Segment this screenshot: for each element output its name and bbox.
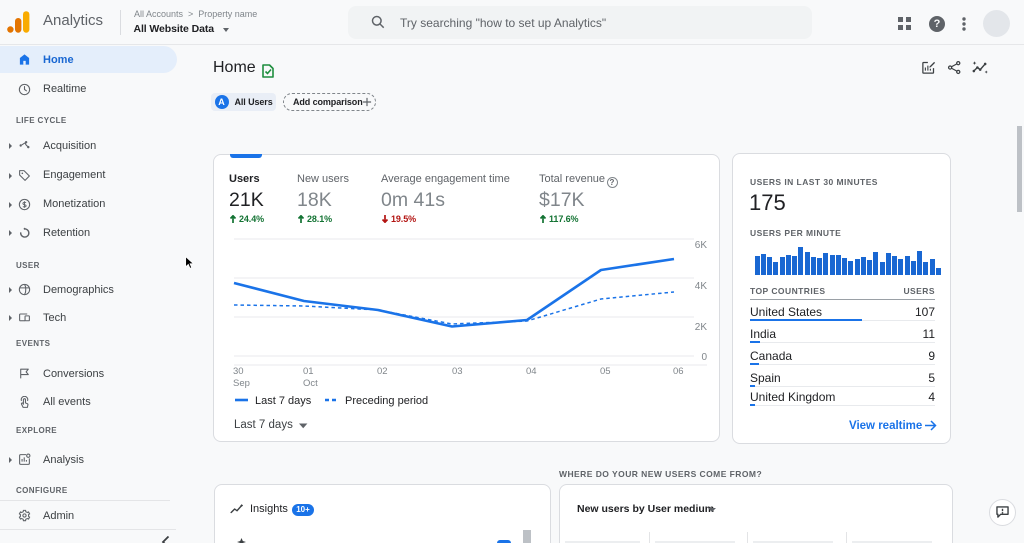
svg-text:05: 05 [600,366,611,377]
svg-text:02: 02 [377,366,388,377]
svg-text:Oct: Oct [303,378,318,389]
svg-text:6K: 6K [695,240,708,251]
svg-text:Last 7 days: Last 7 days [234,419,293,431]
svg-text:Last 7 days: Last 7 days [255,395,312,407]
svg-text:Preceding period: Preceding period [345,395,428,407]
svg-text:04: 04 [526,366,537,377]
svg-text:Sep: Sep [233,378,250,389]
svg-text:03: 03 [452,366,463,377]
svg-text:0: 0 [701,352,707,363]
svg-text:30: 30 [233,366,244,377]
svg-text:06: 06 [673,366,684,377]
svg-text:2K: 2K [695,322,708,333]
svg-text:4K: 4K [695,281,708,292]
svg-text:01: 01 [303,366,314,377]
